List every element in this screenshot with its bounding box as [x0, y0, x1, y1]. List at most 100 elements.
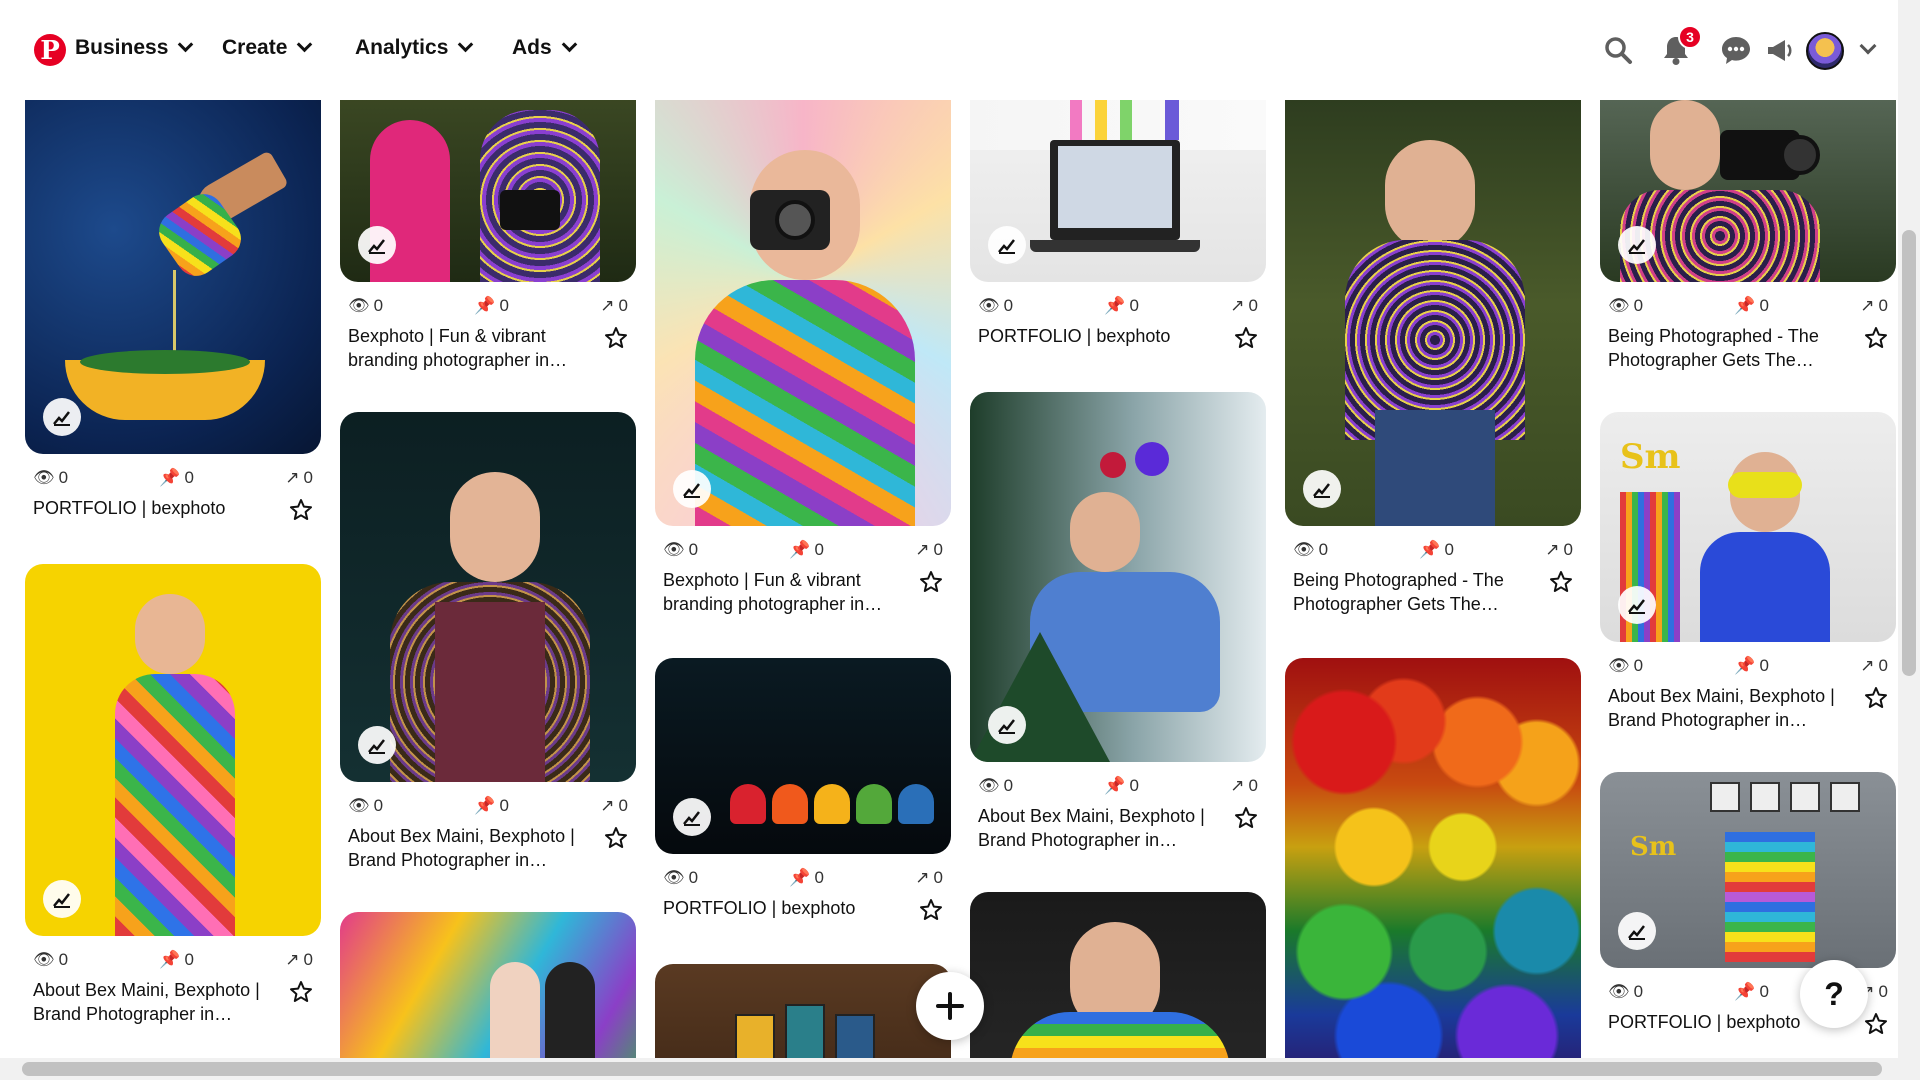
- pin-image[interactable]: Sm: [1600, 412, 1896, 642]
- saves-stat: 📌 0: [474, 296, 509, 315]
- pin-title[interactable]: About Bex Maini, Bexphoto | Brand Photog…: [348, 824, 588, 872]
- avatar[interactable]: [1806, 32, 1844, 70]
- pin-title[interactable]: PORTFOLIO | bexphoto: [663, 896, 903, 922]
- pin-title[interactable]: About Bex Maini, Bexphoto | Brand Photog…: [1608, 684, 1848, 732]
- pin-image[interactable]: [655, 964, 951, 1058]
- pin-card[interactable]: 👁 0 📌 0 ↗ 0 Bexphoto | Fun & vibrant brandi…: [340, 80, 636, 372]
- messages-button[interactable]: [1718, 32, 1754, 68]
- pin-card[interactable]: 👁 0 📌 0 ↗ 0 PORTFOLIO | bexphoto: [25, 80, 321, 522]
- clicks-stat: ↗0: [285, 950, 313, 969]
- create-pin-button[interactable]: [916, 972, 984, 1040]
- pin-stats-button[interactable]: [1618, 586, 1656, 624]
- star-icon[interactable]: [1234, 326, 1258, 350]
- pin-stats: 👁0 📌0 ↗0: [1600, 282, 1896, 316]
- pin-image[interactable]: [655, 658, 951, 854]
- pin-card[interactable]: [655, 964, 951, 1058]
- pin-card[interactable]: [1285, 658, 1581, 1058]
- star-icon[interactable]: [1234, 806, 1258, 830]
- pin-icon: 📌: [789, 540, 811, 559]
- pin-title[interactable]: Bexphoto | Fun & vibrant branding photog…: [348, 324, 588, 372]
- saves-stat: 📌 0: [1734, 982, 1769, 1001]
- pin-card[interactable]: 👁 0 📌 0 ↗ 0 About Bex Maini, Bexphoto | Bra…: [25, 564, 321, 1026]
- pin-card[interactable]: 👁 0 📌 0 ↗ 0 Being Photographed - The Photog…: [1600, 80, 1896, 372]
- pin-title[interactable]: About Bex Maini, Bexphoto | Brand Photog…: [978, 804, 1218, 852]
- vertical-scrollbar[interactable]: [1898, 0, 1920, 1058]
- pin-card[interactable]: 👁 0 📌 0 ↗ 0 PORTFOLIO | bexphoto: [970, 80, 1266, 350]
- pin-image[interactable]: [1285, 658, 1581, 1058]
- pinterest-logo[interactable]: P: [34, 34, 66, 66]
- nav-create[interactable]: Create: [222, 36, 313, 60]
- pin-stats-button[interactable]: [43, 398, 81, 436]
- star-icon[interactable]: [604, 326, 628, 350]
- star-icon[interactable]: [289, 980, 313, 1004]
- pin-image[interactable]: [340, 912, 636, 1058]
- arrow-up-right-icon: ↗: [285, 468, 300, 487]
- arrow-up-right-icon: ↗: [1545, 540, 1560, 559]
- pin-stats-button[interactable]: [988, 226, 1026, 264]
- star-icon[interactable]: [919, 898, 943, 922]
- pin-stats-button[interactable]: [43, 880, 81, 918]
- pin-title[interactable]: PORTFOLIO | bexphoto: [33, 496, 273, 522]
- stats-icon: [998, 719, 1015, 734]
- nav-ads[interactable]: Ads: [512, 36, 577, 60]
- pin-card[interactable]: [340, 912, 636, 1058]
- star-icon[interactable]: [1549, 570, 1573, 594]
- pin-stats-button[interactable]: [673, 798, 711, 836]
- star-icon[interactable]: [289, 498, 313, 522]
- saves-stat: 📌 0: [1104, 296, 1139, 315]
- nav-business[interactable]: Business: [75, 36, 194, 60]
- pin-title[interactable]: PORTFOLIO | bexphoto: [978, 324, 1218, 350]
- pin-stats-button[interactable]: [1303, 470, 1341, 508]
- pin-card[interactable]: 👁 0 📌 0 ↗ 0 Being Photographed - The Photog…: [1285, 80, 1581, 616]
- horizontal-scrollbar[interactable]: [0, 1058, 1920, 1080]
- pin-image[interactable]: [1285, 80, 1581, 526]
- star-icon[interactable]: [1864, 1012, 1888, 1036]
- nav-analytics[interactable]: Analytics: [355, 36, 474, 60]
- account-chevron-down-icon[interactable]: [1859, 37, 1877, 55]
- pin-stats-button[interactable]: [358, 726, 396, 764]
- pin-card[interactable]: [970, 892, 1266, 1058]
- pin-card[interactable]: 👁 0 📌 0 ↗ 0 Bexphoto | Fun & vibrant brandi…: [655, 80, 951, 616]
- pin-stats-button[interactable]: [988, 706, 1026, 744]
- updates-button[interactable]: [1762, 32, 1798, 68]
- eye-icon: 👁: [348, 296, 370, 315]
- pin-image[interactable]: [970, 80, 1266, 282]
- pin-title[interactable]: About Bex Maini, Bexphoto | Brand Photog…: [33, 978, 273, 1026]
- eye-icon: 👁: [1608, 656, 1630, 675]
- pin-image[interactable]: [340, 412, 636, 782]
- pin-image[interactable]: [655, 80, 951, 526]
- vertical-scrollbar-thumb[interactable]: [1902, 230, 1916, 676]
- eye-icon: 👁: [33, 950, 55, 969]
- eye-icon: 👁: [33, 468, 55, 487]
- search-button[interactable]: [1600, 32, 1636, 68]
- pin-image[interactable]: [1600, 80, 1896, 282]
- help-button[interactable]: ?: [1800, 960, 1868, 1028]
- pin-title[interactable]: Bexphoto | Fun & vibrant branding photog…: [663, 568, 903, 616]
- pin-image[interactable]: [970, 392, 1266, 762]
- stats-icon: [1313, 483, 1330, 498]
- pin-stats: 👁0 📌0 ↗0: [340, 782, 636, 816]
- pin-image[interactable]: [340, 80, 636, 282]
- pin-title[interactable]: Being Photographed - The Photographer Ge…: [1608, 324, 1848, 372]
- pin-image[interactable]: Sm: [1600, 772, 1896, 968]
- star-icon[interactable]: [919, 570, 943, 594]
- star-icon[interactable]: [604, 826, 628, 850]
- pin-card[interactable]: 👁 0 📌 0 ↗ 0 About Bex Maini, Bexphoto | Bra…: [970, 392, 1266, 852]
- pin-title[interactable]: Being Photographed - The Photographer Ge…: [1293, 568, 1533, 616]
- star-icon[interactable]: [1864, 326, 1888, 350]
- pin-card[interactable]: 👁 0 📌 0 ↗ 0 About Bex Maini, Bexphoto | Bra…: [340, 412, 636, 872]
- eye-icon: 👁: [1608, 982, 1630, 1001]
- pin-icon: 📌: [1734, 296, 1756, 315]
- pin-stats-button[interactable]: [358, 226, 396, 264]
- pin-stats-button[interactable]: [1618, 226, 1656, 264]
- horizontal-scrollbar-thumb[interactable]: [22, 1062, 1882, 1076]
- pin-image[interactable]: [970, 892, 1266, 1058]
- pin-image[interactable]: [25, 564, 321, 936]
- star-icon[interactable]: [1864, 686, 1888, 710]
- pin-card[interactable]: 👁 0 📌 0 ↗ 0 PORTFOLIO | bexphoto: [655, 658, 951, 922]
- pin-stats-button[interactable]: [1618, 912, 1656, 950]
- pin-card[interactable]: Sm 👁 0 📌 0 ↗ 0 About Bex Maini, Bexphoto | …: [1600, 412, 1896, 732]
- pin-stats: 👁0 📌0 ↗0: [655, 854, 951, 888]
- pin-stats-button[interactable]: [673, 470, 711, 508]
- pin-image[interactable]: [25, 80, 321, 454]
